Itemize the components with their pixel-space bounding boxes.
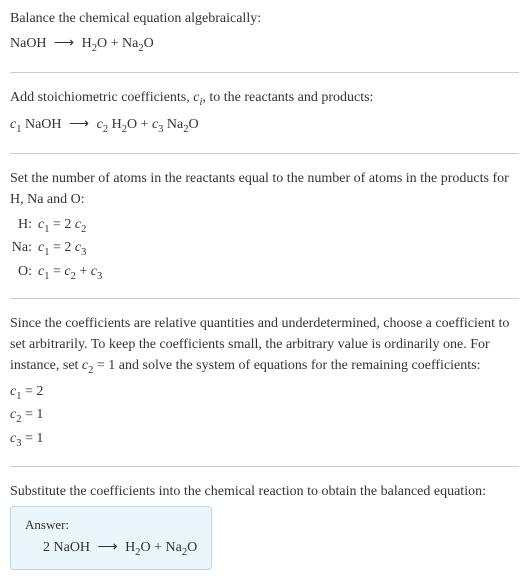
coef-intro-after: , to the reactants and products: <box>202 90 373 105</box>
atom-equation: c1 = c2 + c3 <box>38 261 102 285</box>
atom-balance-title: Set the number of atoms in the reactants… <box>10 168 519 210</box>
atom-label: Na: <box>10 237 38 261</box>
answer-label: Answer: <box>25 517 197 533</box>
atom-equation: c1 = 2 c3 <box>38 237 86 261</box>
balanced-equation: 2 NaOH ⟶ H2O + Na2O <box>25 539 197 558</box>
coef-result-1: c1 = 2 <box>10 381 519 405</box>
coef-results: c1 = 2 c2 = 1 c3 = 1 <box>10 381 519 452</box>
unbalanced-equation: NaOH ⟶ H2O + Na2O <box>10 33 519 58</box>
section-coefficients-intro: Add stoichiometric coefficients, ci, to … <box>10 87 519 154</box>
atom-row-na: Na: c1 = 2 c3 <box>10 237 519 261</box>
answer-box: Answer: 2 NaOH ⟶ H2O + Na2O <box>10 506 212 571</box>
atom-label: H: <box>10 214 38 238</box>
atom-row-o: O: c1 = c2 + c3 <box>10 261 519 285</box>
coef-intro-before: Add stoichiometric coefficients, <box>10 90 193 105</box>
section-answer: Substitute the coefficients into the che… <box>10 481 519 571</box>
section-problem: Balance the chemical equation algebraica… <box>10 8 519 73</box>
coef-result-2: c2 = 1 <box>10 404 519 428</box>
coef-intro-text: Add stoichiometric coefficients, ci, to … <box>10 87 519 111</box>
answer-title: Substitute the coefficients into the che… <box>10 481 519 502</box>
section-atom-balance: Set the number of atoms in the reactants… <box>10 168 519 300</box>
coef-equation: c1 NaOH ⟶ c2 H2O + c3 Na2O <box>10 114 519 139</box>
atom-equation: c1 = 2 c2 <box>38 214 86 238</box>
problem-title: Balance the chemical equation algebraica… <box>10 8 519 29</box>
atom-balance-table: H: c1 = 2 c2 Na: c1 = 2 c3 O: c1 = c2 + … <box>10 214 519 285</box>
solve-text: Since the coefficients are relative quan… <box>10 313 519 379</box>
coef-result-3: c3 = 1 <box>10 428 519 452</box>
atom-row-h: H: c1 = 2 c2 <box>10 214 519 238</box>
section-solve: Since the coefficients are relative quan… <box>10 313 519 466</box>
atom-label: O: <box>10 261 38 285</box>
